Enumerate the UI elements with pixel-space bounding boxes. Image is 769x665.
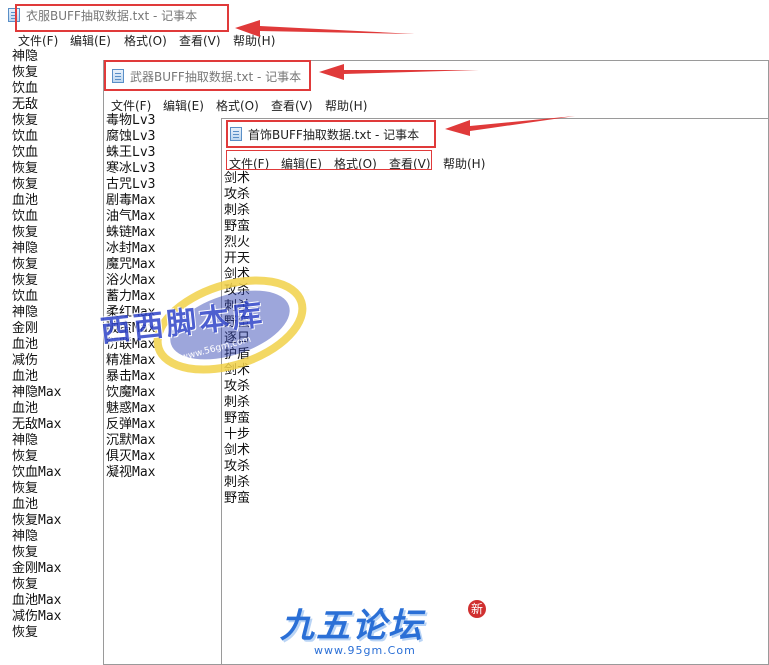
window-title: 首饰BUFF抽取数据.txt - 记事本 [248,128,420,142]
text-line: 攻杀 [224,187,251,202]
text-line: 十步 [224,427,251,442]
notepad-icon [230,127,242,141]
text-line: 剑术 [224,363,251,378]
text-line: 野蛮 [224,219,251,234]
text-line: 开天 [224,251,251,266]
text-line: 野蛮 [224,315,251,330]
menu-edit[interactable]: 编辑(E) [281,155,322,172]
forum-logo-text: 九五论坛 [280,606,424,646]
menu-file[interactable]: 文件(F) [111,97,151,114]
window-title: 武器BUFF抽取数据.txt - 记事本 [130,70,302,84]
menu-file[interactable]: 文件(F) [229,155,269,172]
menu-edit[interactable]: 编辑(E) [70,32,111,49]
menu-bar: 文件(F) 编辑(E) 格式(O) 查看(V) 帮助(H) [0,30,769,50]
menu-edit[interactable]: 编辑(E) [163,97,204,114]
title-bar[interactable]: 武器BUFF抽取数据.txt - 记事本 [104,61,768,91]
text-line: 烈火 [224,235,251,250]
text-line: 刺杀 [224,299,251,314]
menu-bar: 文件(F) 编辑(E) 格式(O) 查看(V) 帮助(H) [222,153,768,173]
text-line: 攻杀 [224,379,251,394]
menu-format[interactable]: 格式(O) [334,155,377,172]
title-bar[interactable]: 衣服BUFF抽取数据.txt - 记事本 [0,0,769,30]
forum-logo-url: www.95gm.Com [314,644,416,657]
notepad-icon [8,8,20,22]
text-line: 护盾 [224,347,251,362]
menu-view[interactable]: 查看(V) [271,97,313,114]
menu-view[interactable]: 查看(V) [179,32,221,49]
text-line: 刺杀 [224,203,251,218]
menu-file[interactable]: 文件(F) [18,32,58,49]
forum-logo: 九五论坛 新 www.95gm.Com [280,598,500,662]
text-line: 攻杀 [224,459,251,474]
menu-help[interactable]: 帮助(H) [325,97,367,114]
text-line: 刺杀 [224,395,251,410]
menu-view[interactable]: 查看(V) [389,155,431,172]
text-line: 野蛮 [224,411,251,426]
text-line: 野蛮 [224,491,251,506]
text-line: 刺杀 [224,475,251,490]
title-bar[interactable]: 首饰BUFF抽取数据.txt - 记事本 [222,119,768,149]
menu-bar: 文件(F) 编辑(E) 格式(O) 查看(V) 帮助(H) [104,95,768,115]
menu-help[interactable]: 帮助(H) [443,155,485,172]
text-area[interactable]: 剑术 攻杀 刺杀 野蛮 烈火 开天 剑术 攻杀 刺杀 野蛮 逐日 护盾 剑术 攻杀 刺杀 野蛮 十步 剑术 攻杀 刺杀… [222,171,768,664]
forum-logo-badge: 新 [468,600,486,618]
window-title: 衣服BUFF抽取数据.txt - 记事本 [26,9,198,23]
text-line: 剑术 [224,171,251,186]
menu-format[interactable]: 格式(O) [216,97,259,114]
menu-format[interactable]: 格式(O) [124,32,167,49]
text-line: 逐日 [224,331,251,346]
menu-help[interactable]: 帮助(H) [233,32,275,49]
notepad-icon [112,69,124,83]
text-line: 剑术 [224,443,251,458]
notepad-window-jewelry: 首饰BUFF抽取数据.txt - 记事本 文件(F) 编辑(E) 格式(O) 查… [221,118,769,665]
text-line: 攻杀 [224,283,251,298]
text-line: 剑术 [224,267,251,282]
